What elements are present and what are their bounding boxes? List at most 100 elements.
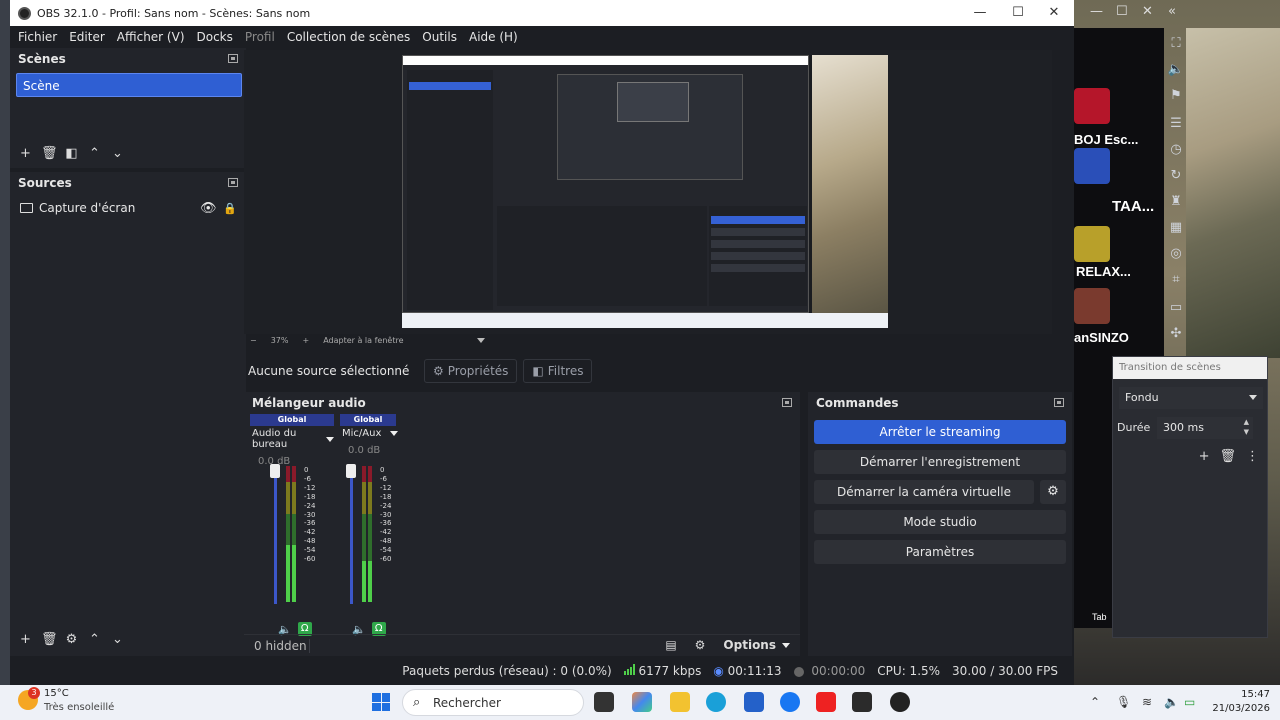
add-source-icon[interactable]: + <box>18 632 33 647</box>
microphone-icon[interactable]: 🎙 <box>1116 695 1131 709</box>
volume-fader[interactable] <box>350 470 353 604</box>
file-explorer-icon[interactable] <box>670 692 690 712</box>
menu-collection-scenes[interactable]: Collection de scènes <box>281 30 416 44</box>
castle-icon[interactable]: ♜ <box>1166 192 1186 212</box>
weather-desc[interactable]: Très ensoleillé <box>44 702 114 713</box>
pin-icon[interactable]: ✣ <box>1166 324 1186 344</box>
preview-area[interactable] <box>244 50 1052 334</box>
weather-temp[interactable]: 15°C <box>44 688 69 699</box>
minimize-button[interactable]: — <box>960 0 1000 26</box>
windows-start-icon[interactable] <box>372 693 390 711</box>
advanced-audio-icon[interactable]: ⚙ <box>695 638 706 652</box>
store-icon[interactable] <box>744 692 764 712</box>
layout-icon[interactable]: ▤ <box>665 638 676 652</box>
copilot-icon[interactable] <box>632 692 652 712</box>
db-tick: -24 <box>380 501 392 510</box>
clock[interactable]: 15:47 21/03/2026 <box>1212 688 1270 716</box>
timer-icon[interactable]: ◷ <box>1166 140 1186 160</box>
bg-collapse-icon[interactable]: « <box>1168 4 1176 19</box>
menu-fichier[interactable]: Fichier <box>12 30 63 44</box>
undock-icon[interactable] <box>228 54 238 63</box>
battery-icon[interactable]: ▭ <box>1184 695 1195 709</box>
fader-handle[interactable] <box>270 464 280 478</box>
undock-icon[interactable] <box>782 398 792 407</box>
virtual-camera-settings-icon[interactable]: ⚙ <box>1040 480 1066 504</box>
bg-close-icon[interactable]: ✕ <box>1142 4 1153 19</box>
hidden-count: 0 hidden <box>254 638 310 653</box>
chevron-down-icon[interactable] <box>477 338 486 343</box>
add-scene-icon[interactable]: + <box>18 146 33 161</box>
db-tick: -42 <box>304 528 316 537</box>
bg-maximize-icon[interactable]: ☐ <box>1116 4 1128 19</box>
delete-transition-icon[interactable]: 🗑 <box>1219 449 1236 464</box>
volume-icon[interactable]: 🔈 <box>1166 60 1186 80</box>
menu-outils[interactable]: Outils <box>416 30 463 44</box>
menu-editer[interactable]: Editer <box>63 30 111 44</box>
spin-up-icon[interactable]: ▲ <box>1244 418 1249 426</box>
terminal-icon[interactable] <box>852 692 872 712</box>
flag-icon[interactable]: ⚑ <box>1166 86 1186 106</box>
undock-icon[interactable] <box>1054 398 1064 407</box>
channel-name-select[interactable]: Mic/Aux <box>340 428 398 439</box>
add-transition-icon[interactable]: + <box>1199 449 1210 464</box>
facebook-icon[interactable] <box>780 692 800 712</box>
duration-input[interactable]: 300 ms ▲ ▼ <box>1157 417 1253 439</box>
wifi-icon[interactable]: ≋ <box>1142 695 1152 709</box>
remove-source-icon[interactable]: 🗑 <box>41 632 58 647</box>
youtube-icon[interactable] <box>816 692 836 712</box>
transition-type-select[interactable]: Fondu <box>1119 387 1263 409</box>
scene-filters-icon[interactable]: ◧ <box>64 146 79 161</box>
spin-down-icon[interactable]: ▼ <box>1244 428 1249 436</box>
source-list-item[interactable]: Capture d'écran 👁 🔒 <box>20 198 240 218</box>
menu-profil[interactable]: Profil <box>239 30 281 44</box>
folder-icon[interactable]: ▭ <box>1166 298 1186 318</box>
close-button[interactable]: ✕ <box>1034 0 1074 26</box>
zoom-out-icon[interactable]: − <box>250 336 257 345</box>
options-button[interactable]: Options <box>723 638 790 652</box>
grid-icon[interactable]: ▦ <box>1166 218 1186 238</box>
crop-icon[interactable]: ⌗ <box>1166 270 1186 290</box>
start-recording-button[interactable]: Démarrer l'enregistrement <box>814 450 1066 474</box>
lock-icon[interactable]: 🔒 <box>223 202 237 215</box>
eye-icon[interactable]: 👁 <box>200 201 217 216</box>
zoom-in-icon[interactable]: + <box>302 336 309 345</box>
bg-minimize-icon[interactable]: — <box>1090 4 1103 19</box>
move-down-icon[interactable]: ⌄ <box>110 632 125 647</box>
task-view-icon[interactable] <box>594 692 614 712</box>
fader-handle[interactable] <box>346 464 356 478</box>
edge-icon[interactable] <box>706 692 726 712</box>
mixer-channel: Global Mic/Aux 0.0 dB 0 -6 -12 -18 -24 -30 -36… <box>340 414 424 636</box>
preview-canvas[interactable] <box>402 55 888 328</box>
move-up-icon[interactable]: ⌃ <box>87 146 102 161</box>
remove-scene-icon[interactable]: 🗑 <box>41 146 58 161</box>
studio-mode-button[interactable]: Mode studio <box>814 510 1066 534</box>
filters-button[interactable]: ◧ Filtres <box>523 359 593 383</box>
stop-streaming-button[interactable]: Arrêter le streaming <box>814 420 1066 444</box>
list-icon[interactable]: ☰ <box>1166 114 1186 134</box>
maximize-button[interactable]: ☐ <box>998 0 1038 26</box>
filter-icon: ◧ <box>532 364 544 378</box>
source-properties-icon[interactable]: ⚙ <box>64 632 79 647</box>
menu-docks[interactable]: Docks <box>191 30 239 44</box>
tray-chevron-icon[interactable]: ⌃ <box>1090 695 1100 709</box>
volume-fader[interactable] <box>274 470 277 604</box>
obs-taskbar-icon[interactable] <box>890 692 910 712</box>
channel-name-select[interactable]: Audio du bureau <box>250 428 334 450</box>
undock-icon[interactable] <box>228 178 238 187</box>
start-virtual-camera-button[interactable]: Démarrer la caméra virtuelle <box>814 480 1034 504</box>
more-options-icon[interactable]: ⋮ <box>1246 449 1259 464</box>
move-down-icon[interactable]: ⌄ <box>110 146 125 161</box>
move-up-icon[interactable]: ⌃ <box>87 632 102 647</box>
capture-icon[interactable]: ◎ <box>1166 244 1186 264</box>
fullscreen-icon[interactable]: ⛶ <box>1166 34 1186 54</box>
settings-button[interactable]: Paramètres <box>814 540 1066 564</box>
fit-window-select[interactable]: Adapter à la fenêtre <box>323 336 403 345</box>
menu-aide[interactable]: Aide (H) <box>463 30 524 44</box>
taskbar-search[interactable]: ⌕ Rechercher <box>402 689 584 716</box>
speaker-icon[interactable]: 🔈 <box>1164 695 1179 709</box>
db-tick: 0 <box>304 466 309 474</box>
menu-afficher[interactable]: Afficher (V) <box>111 30 191 44</box>
properties-button[interactable]: ⚙ Propriétés <box>424 359 518 383</box>
refresh-icon[interactable]: ↻ <box>1166 166 1186 186</box>
scene-list-item[interactable]: Scène <box>16 73 242 97</box>
